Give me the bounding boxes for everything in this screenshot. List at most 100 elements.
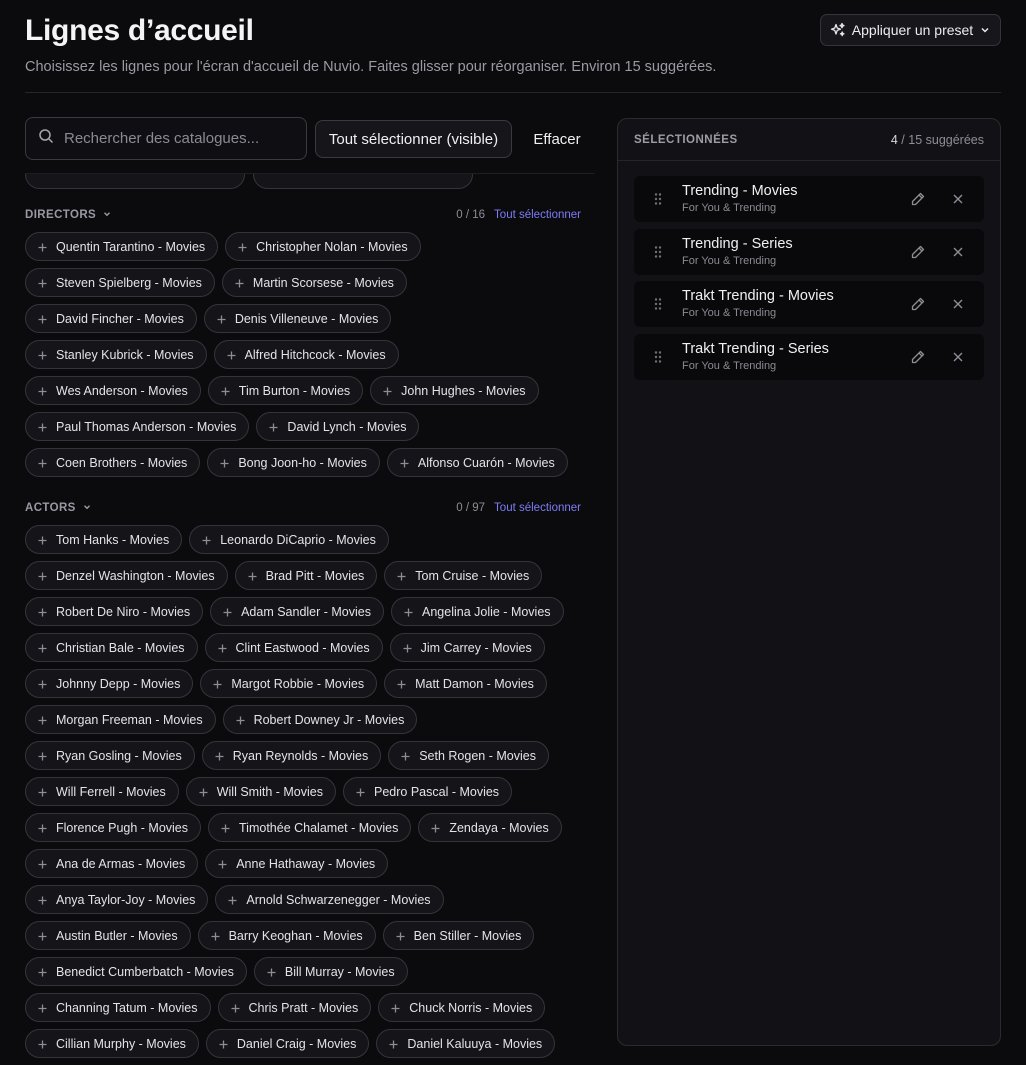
section-toggle[interactable]: DIRECTORS <box>25 209 112 222</box>
catalog-chip[interactable]: Cillian Murphy - Movies <box>25 1029 199 1058</box>
selected-row-title: Trending - Movies <box>682 183 798 199</box>
section-toggle[interactable]: ACTORS <box>25 502 92 515</box>
catalog-chip[interactable]: Clint Eastwood - Movies <box>204 633 383 662</box>
edit-pencil-icon[interactable] <box>898 296 938 312</box>
catalog-chip[interactable]: Quentin Tarantino - Movies <box>25 232 219 261</box>
catalog-chip-label: Tom Hanks - Movies <box>56 532 170 547</box>
catalog-chip[interactable]: Denzel Washington - Movies <box>25 561 228 590</box>
catalog-chip-label: Channing Tatum - Movies <box>56 1000 198 1015</box>
catalog-chip[interactable]: David Lynch - Movies <box>256 412 420 441</box>
remove-close-icon[interactable] <box>938 193 978 205</box>
catalog-chip[interactable]: Ana de Armas - Movies <box>25 849 199 878</box>
plus-icon <box>38 821 47 835</box>
catalog-chip[interactable]: Ben Stiller - Movies <box>382 921 535 950</box>
catalog-chip[interactable]: Stanley Kubrick - Movies <box>25 340 207 369</box>
catalog-chip[interactable]: Ryan Reynolds - Movies <box>201 741 382 770</box>
remove-close-icon[interactable] <box>938 298 978 310</box>
catalog-chip[interactable]: Paul Thomas Anderson - Movies <box>25 412 250 441</box>
catalog-chip-label: Adam Sandler - Movies <box>241 604 371 619</box>
drag-handle-icon[interactable] <box>634 297 682 311</box>
edit-pencil-icon[interactable] <box>898 191 938 207</box>
plus-icon <box>38 240 47 254</box>
selected-row: Trakt Trending - Series For You & Trendin… <box>634 333 984 380</box>
edit-pencil-icon[interactable] <box>898 244 938 260</box>
catalog-chip[interactable]: Seth Rogen - Movies <box>388 741 549 770</box>
catalog-chip[interactable] <box>25 174 245 189</box>
catalog-chip[interactable]: Morgan Freeman - Movies <box>25 705 216 734</box>
catalog-chip[interactable]: David Fincher - Movies <box>25 304 197 333</box>
catalog-chip[interactable]: Tim Burton - Movies <box>207 376 364 405</box>
apply-preset-button[interactable]: Appliquer un preset <box>820 14 1001 46</box>
catalog-chip[interactable]: Johnny Depp - Movies <box>25 669 194 698</box>
catalog-section-actors: ACTORS 0 / 97 Tout sélectionner Tom Hanks -… <box>25 499 581 1065</box>
catalog-chip[interactable]: Austin Butler - Movies <box>25 921 191 950</box>
catalog-chip[interactable]: Will Smith - Movies <box>185 777 336 806</box>
plus-icon <box>38 384 47 398</box>
catalog-chip[interactable]: Benedict Cumberbatch - Movies <box>25 957 247 986</box>
catalog-chip[interactable]: Daniel Craig - Movies <box>205 1029 370 1058</box>
drag-handle-icon[interactable] <box>634 192 682 206</box>
catalog-chip[interactable]: John Hughes - Movies <box>370 376 539 405</box>
catalog-list[interactable]: DIRECTORS 0 / 16 Tout sélectionner Quentin … <box>25 173 595 1065</box>
remove-close-icon[interactable] <box>938 246 978 258</box>
catalog-chip[interactable]: Denis Villeneuve - Movies <box>203 304 392 333</box>
catalog-chip[interactable]: Wes Anderson - Movies <box>25 376 201 405</box>
catalog-chip-label: Robert Downey Jr - Movies <box>253 712 405 727</box>
catalog-chip[interactable]: Robert De Niro - Movies <box>25 597 204 626</box>
chip-row: David Fincher - Movies Denis Villeneuve -… <box>25 304 581 333</box>
drag-handle-icon[interactable] <box>634 350 682 364</box>
catalog-chip-label: Daniel Craig - Movies <box>236 1036 357 1051</box>
catalog-chip[interactable]: Timothée Chalamet - Movies <box>208 813 412 842</box>
catalog-chip[interactable]: Channing Tatum - Movies <box>25 993 211 1022</box>
section-header: ACTORS 0 / 97 Tout sélectionner <box>25 499 581 517</box>
catalog-chip[interactable]: Daniel Kaluuya - Movies <box>376 1029 556 1058</box>
catalog-chip[interactable]: Adam Sandler - Movies <box>210 597 384 626</box>
selected-row-title: Trakt Trending - Movies <box>682 288 834 304</box>
catalog-chip[interactable]: Robert Downey Jr - Movies <box>222 705 418 734</box>
section-select-all-link[interactable]: Tout sélectionner <box>494 209 581 221</box>
remove-close-icon[interactable] <box>938 351 978 363</box>
drag-handle-icon[interactable] <box>634 245 682 259</box>
catalog-chip[interactable] <box>253 174 473 189</box>
plus-icon <box>431 821 440 835</box>
catalog-chip[interactable]: Steven Spielberg - Movies <box>25 268 215 297</box>
catalog-search[interactable] <box>25 117 307 160</box>
catalog-chip[interactable]: Matt Damon - Movies <box>384 669 547 698</box>
select-all-visible-button[interactable]: Tout sélectionner (visible) <box>315 120 512 158</box>
catalog-chip[interactable]: Chuck Norris - Movies <box>378 993 546 1022</box>
clear-button[interactable]: Effacer <box>524 120 590 158</box>
catalog-chip-label: Arnold Schwarzenegger - Movies <box>246 892 431 907</box>
catalog-chip[interactable]: Bill Murray - Movies <box>253 957 408 986</box>
catalog-chip[interactable]: Anya Taylor-Joy - Movies <box>25 885 209 914</box>
catalog-chip[interactable]: Bong Joon-ho - Movies <box>207 448 380 477</box>
catalog-chip[interactable]: Jim Carrey - Movies <box>389 633 545 662</box>
catalog-chip[interactable]: Arnold Schwarzenegger - Movies <box>215 885 444 914</box>
catalog-chip[interactable]: Barry Keoghan - Movies <box>197 921 376 950</box>
catalog-chip[interactable]: Tom Hanks - Movies <box>25 525 183 554</box>
catalog-chip[interactable]: Brad Pitt - Movies <box>234 561 378 590</box>
search-input[interactable] <box>64 130 284 147</box>
catalog-chip[interactable]: Ryan Gosling - Movies <box>25 741 195 770</box>
catalog-chip-label: Ana de Armas - Movies <box>56 856 186 871</box>
section-select-all-link[interactable]: Tout sélectionner <box>494 502 581 514</box>
catalog-chip[interactable]: Christopher Nolan - Movies <box>225 232 421 261</box>
catalog-chip-label: David Lynch - Movies <box>287 419 407 434</box>
catalog-chip[interactable]: Tom Cruise - Movies <box>384 561 543 590</box>
edit-pencil-icon[interactable] <box>898 349 938 365</box>
catalog-chip[interactable]: Will Ferrell - Movies <box>25 777 179 806</box>
catalog-chip[interactable]: Christian Bale - Movies <box>25 633 198 662</box>
catalog-chip[interactable]: Pedro Pascal - Movies <box>343 777 513 806</box>
catalog-chip[interactable]: Alfonso Cuarón - Movies <box>386 448 568 477</box>
catalog-chip[interactable]: Margot Robbie - Movies <box>200 669 378 698</box>
catalog-chip[interactable]: Chris Pratt - Movies <box>217 993 372 1022</box>
catalog-chip[interactable]: Angelina Jolie - Movies <box>391 597 564 626</box>
selected-row-subtitle: For You & Trending <box>682 254 777 267</box>
catalog-chip[interactable]: Martin Scorsese - Movies <box>221 268 407 297</box>
catalog-chip[interactable]: Zendaya - Movies <box>418 813 562 842</box>
catalog-chip[interactable]: Alfred Hitchcock - Movies <box>213 340 399 369</box>
catalog-chip[interactable]: Leonardo DiCaprio - Movies <box>189 525 389 554</box>
catalog-chip[interactable]: Florence Pugh - Movies <box>25 813 202 842</box>
catalog-chip[interactable]: Anne Hathaway - Movies <box>205 849 389 878</box>
plus-icon <box>391 1001 400 1015</box>
catalog-chip[interactable]: Coen Brothers - Movies <box>25 448 201 477</box>
